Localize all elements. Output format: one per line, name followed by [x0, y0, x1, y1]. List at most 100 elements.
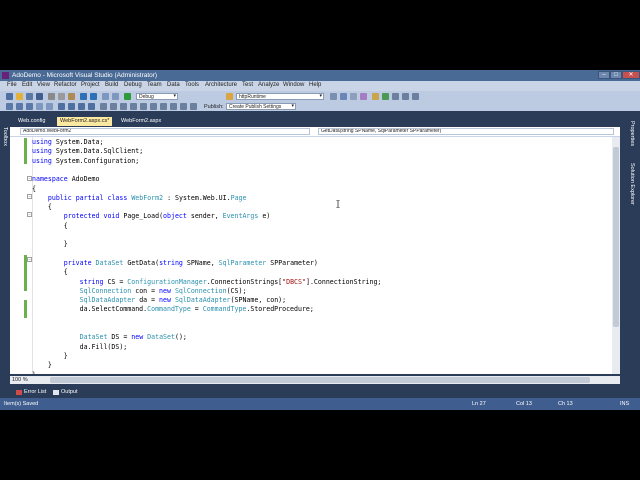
menu-tools[interactable]: Tools [185, 82, 199, 88]
uncomment-icon[interactable] [26, 103, 33, 110]
vertical-scrollbar[interactable] [612, 137, 620, 374]
html-source-icon[interactable] [170, 103, 177, 110]
menu-file[interactable]: File [7, 82, 17, 88]
tab-webform2-aspx-cs[interactable]: WebForm2.aspx.cs* [57, 117, 113, 126]
code-line: using System.Data; [32, 138, 104, 146]
find-icon[interactable] [226, 93, 233, 100]
comment-icon[interactable] [16, 103, 23, 110]
menu-debug[interactable]: Debug [124, 82, 142, 88]
menu-project[interactable]: Project [81, 82, 100, 88]
horizontal-scroll-thumb[interactable] [50, 377, 590, 383]
previous-bookmark-icon[interactable] [68, 103, 75, 110]
solution-explorer-tab[interactable]: Solution Explorer [629, 163, 635, 205]
toolbar: Debug httpRuntime Publish: Create Publis… [0, 91, 640, 111]
close-button[interactable]: ✕ [622, 71, 640, 79]
minimize-button[interactable]: – [598, 71, 610, 79]
menu-data[interactable]: Data [167, 82, 180, 88]
output-label: Output [61, 389, 78, 395]
complete-word-icon[interactable] [110, 103, 117, 110]
find-in-files-icon[interactable] [330, 93, 337, 100]
paste-icon[interactable] [68, 93, 75, 100]
publish-profile-dropdown[interactable]: Create Publish Settings [226, 103, 296, 110]
output-tab[interactable]: Output [52, 388, 78, 397]
web-one-click-publish-icon[interactable] [6, 103, 13, 110]
char-number: Ch 13 [558, 401, 573, 407]
tab-webform2-aspx[interactable]: WebForm2.aspx [118, 117, 164, 126]
code-line: public partial class WebForm2 : System.W… [47, 193, 247, 202]
command-window-icon[interactable] [402, 93, 409, 100]
code-line: { [32, 268, 68, 277]
format-document-icon[interactable] [150, 103, 157, 110]
menu-architecture[interactable]: Architecture [205, 82, 237, 88]
title-bar: AdoDemo - Microsoft Visual Studio (Admin… [0, 70, 640, 81]
code-line: { [32, 203, 52, 212]
indent-icon[interactable] [46, 103, 53, 110]
menu-bar: File Edit View Refactor Project Build De… [0, 81, 640, 91]
toolbox-icon[interactable] [372, 93, 379, 100]
menu-view[interactable]: View [37, 82, 50, 88]
code-editor[interactable]: − − − − using System.Data; using System.D… [10, 137, 620, 374]
navigate-back-icon[interactable] [102, 93, 109, 100]
start-debugging-icon[interactable] [124, 93, 131, 100]
solution-explorer-icon[interactable] [340, 93, 347, 100]
toolbox-tab[interactable]: Toolbox [2, 127, 8, 146]
extension-manager-icon[interactable] [392, 93, 399, 100]
new-project-icon[interactable] [6, 93, 13, 100]
open-file-icon[interactable] [16, 93, 23, 100]
copy-icon[interactable] [58, 93, 65, 100]
navigate-forward-icon[interactable] [112, 93, 119, 100]
zoom-level[interactable]: 100 % [12, 376, 28, 384]
start-page-icon[interactable] [382, 93, 389, 100]
error-list-tab[interactable]: Error List [15, 388, 46, 397]
undo-icon[interactable] [80, 93, 87, 100]
save-icon[interactable] [26, 93, 33, 100]
menu-help[interactable]: Help [309, 82, 321, 88]
design-view-icon[interactable] [180, 103, 187, 110]
code-line: } [32, 351, 68, 360]
status-bar: Item(s) Saved Ln 27 Col 13 Ch 13 INS [0, 398, 640, 410]
line-number: Ln 27 [472, 401, 486, 407]
bookmark-icon[interactable] [58, 103, 65, 110]
code-line: } [32, 240, 68, 249]
toolbar-options-icon[interactable] [412, 93, 419, 100]
maximize-button[interactable]: □ [610, 71, 622, 79]
menu-edit[interactable]: Edit [22, 82, 32, 88]
outdent-icon[interactable] [36, 103, 43, 110]
menu-window[interactable]: Window [283, 82, 304, 88]
menu-team[interactable]: Team [147, 82, 162, 88]
object-browser-icon[interactable] [360, 93, 367, 100]
right-tool-strip: Properties Solution Explorer [620, 117, 640, 387]
vertical-scroll-thumb[interactable] [613, 147, 619, 327]
solution-configuration-dropdown[interactable]: Debug [136, 93, 178, 100]
split-view-icon[interactable] [190, 103, 197, 110]
saved-change-indicator [24, 138, 27, 164]
save-all-icon[interactable] [36, 93, 43, 100]
next-bookmark-icon[interactable] [78, 103, 85, 110]
saved-change-indicator [24, 300, 27, 318]
redo-icon[interactable] [90, 93, 97, 100]
properties-icon[interactable] [350, 93, 357, 100]
members-dropdown[interactable]: GetData(string SPName, SqlParameter SPPa… [318, 128, 614, 135]
code-line: da.SelectCommand.CommandType = CommandTy… [32, 305, 314, 314]
find-combo[interactable]: httpRuntime [236, 93, 324, 100]
code-line: string CS = ConfigurationManager.Connect… [79, 277, 382, 286]
bottom-tool-tabs: Error List Output [10, 388, 630, 397]
word-wrap-icon[interactable] [100, 103, 107, 110]
code-line: private DataSet GetData(string SPName, S… [63, 258, 318, 267]
cut-icon[interactable] [48, 93, 55, 100]
properties-tab[interactable]: Properties [629, 121, 635, 146]
menu-test[interactable]: Test [242, 82, 253, 88]
parameter-info-icon[interactable] [120, 103, 127, 110]
menu-analyze[interactable]: Analyze [258, 82, 279, 88]
selection-icon[interactable] [160, 103, 167, 110]
types-dropdown[interactable]: AdoDemo.WebForm2 [20, 128, 310, 135]
status-message: Item(s) Saved [4, 401, 39, 407]
menu-refactor[interactable]: Refactor [54, 82, 77, 88]
clear-bookmarks-icon[interactable] [88, 103, 95, 110]
editor-gutter [10, 137, 33, 374]
list-members-icon[interactable] [140, 103, 147, 110]
tab-web-config[interactable]: Web.config [15, 117, 48, 126]
code-line: using System.Configuration; [32, 156, 140, 165]
quick-info-icon[interactable] [130, 103, 137, 110]
menu-build[interactable]: Build [105, 82, 118, 88]
